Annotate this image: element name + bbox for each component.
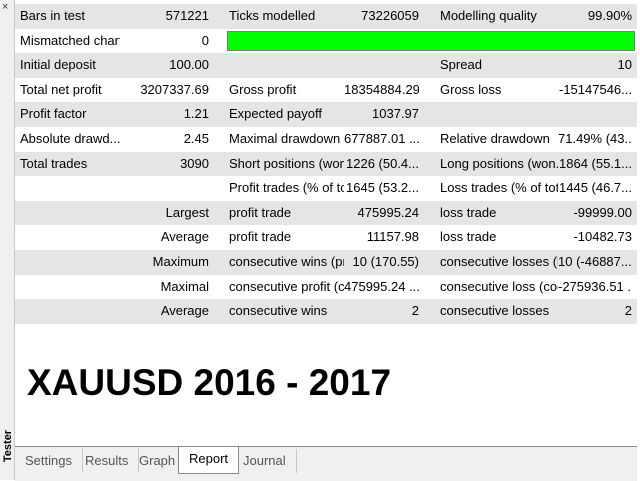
row-label: Gross profit bbox=[229, 81, 297, 97]
report-row: Total net profit 3207337.69 Gross profit… bbox=[15, 77, 637, 104]
row-label: Profit factor bbox=[20, 106, 87, 122]
row-label: Maximum bbox=[152, 254, 209, 269]
row-value: 677887.01 ... bbox=[344, 131, 419, 146]
row-label: Maximal bbox=[160, 278, 209, 294]
row-value: 100.00 bbox=[169, 57, 209, 73]
row-value: -15147546... bbox=[558, 81, 632, 97]
panel-title: Tester bbox=[2, 429, 14, 463]
report-row: Total trades 3090 Short positions (won..… bbox=[15, 151, 637, 178]
row-value: 10 bbox=[617, 57, 632, 73]
row-value: 73226059 bbox=[361, 8, 419, 23]
row-label: Bars in test bbox=[20, 8, 86, 23]
row-value: -10482.73 bbox=[573, 229, 632, 245]
row-value: 2 bbox=[411, 303, 419, 319]
report-row: Average profit trade 11157.98 loss trade… bbox=[15, 225, 637, 251]
row-value: 475995.24 ... bbox=[344, 278, 419, 294]
tester-side-panel: × Tester bbox=[0, 0, 15, 480]
report-row: Mismatched chart... 0 bbox=[15, 28, 637, 55]
close-icon[interactable]: × bbox=[2, 2, 8, 13]
row-value: 1445 (46.7... bbox=[559, 180, 632, 196]
row-label: Loss trades (% of total) bbox=[440, 180, 558, 196]
row-label: Mismatched chart... bbox=[20, 32, 120, 48]
row-label: Maximal drawdown bbox=[229, 131, 341, 146]
report-row: Bars in test 571221 Ticks modelled 73226… bbox=[15, 4, 637, 30]
tester-tab-bar: Settings Results Graph Report Journal bbox=[15, 446, 637, 481]
row-value: 1864 (55.1... bbox=[559, 155, 632, 171]
report-row: Initial deposit 100.00 Spread 10 bbox=[15, 53, 637, 79]
row-label: Long positions (won... bbox=[440, 155, 558, 171]
row-label: consecutive losses (lo... bbox=[440, 254, 558, 269]
row-label: Average bbox=[160, 303, 209, 319]
row-label: profit trade bbox=[229, 204, 292, 220]
report-row: Absolute drawd... 2.45 Maximal drawdown … bbox=[15, 127, 637, 153]
row-label: consecutive losses bbox=[440, 303, 550, 319]
row-value: -275936.51 ... bbox=[558, 278, 632, 294]
row-label: consecutive loss (cou... bbox=[440, 278, 558, 294]
row-value: 10 (170.55) bbox=[352, 254, 420, 269]
row-label: consecutive profit (co... bbox=[229, 278, 344, 294]
row-label: Ticks modelled bbox=[229, 8, 316, 23]
row-value: 3207337.69 bbox=[140, 81, 209, 97]
row-label: consecutive wins (pro... bbox=[229, 254, 344, 269]
row-label: Average bbox=[160, 229, 209, 245]
row-value: 1645 (53.2... bbox=[346, 180, 419, 196]
row-value: 571221 bbox=[165, 8, 209, 23]
row-label: Relative drawdown bbox=[440, 131, 550, 146]
row-value: 475995.24 bbox=[357, 204, 419, 220]
row-label: loss trade bbox=[440, 204, 497, 220]
row-label: Profit trades (% of to... bbox=[229, 180, 344, 196]
row-value: 18354884.29 bbox=[344, 81, 419, 97]
row-label: Initial deposit bbox=[20, 57, 96, 73]
row-label: Absolute drawd... bbox=[20, 131, 120, 146]
report-row: Maximum consecutive wins (pro... 10 (170… bbox=[15, 250, 637, 276]
row-label: Total net profit bbox=[20, 81, 102, 97]
report-row: Profit factor 1.21 Expected payoff 1037.… bbox=[15, 102, 637, 128]
row-value: 0 bbox=[201, 32, 209, 48]
row-value: 2 bbox=[624, 303, 632, 319]
row-value: 1.21 bbox=[183, 106, 209, 122]
modelling-quality-bar bbox=[227, 30, 635, 51]
row-label: Short positions (won... bbox=[229, 155, 344, 171]
report-row: Profit trades (% of to... 1645 (53.2... … bbox=[15, 176, 637, 202]
row-label: Gross loss bbox=[440, 81, 502, 97]
tab-settings[interactable]: Settings bbox=[15, 449, 83, 473]
row-label: profit trade bbox=[229, 229, 292, 245]
row-value: 1037.97 bbox=[372, 106, 419, 122]
row-label: Largest bbox=[165, 204, 209, 220]
row-value: 11157.98 bbox=[366, 229, 419, 245]
row-value: 3090 bbox=[180, 155, 209, 171]
row-label: Modelling quality bbox=[440, 8, 537, 23]
report-row: Largest profit trade 475995.24 loss trad… bbox=[15, 200, 637, 227]
tab-report[interactable]: Report bbox=[178, 447, 240, 474]
tab-journal[interactable]: Journal bbox=[233, 449, 297, 473]
row-label: Expected payoff bbox=[229, 106, 322, 122]
row-value: 10 (-46887.... bbox=[558, 254, 632, 269]
row-value: 1226 (50.4... bbox=[346, 155, 419, 171]
row-label: Total trades bbox=[20, 155, 88, 171]
symbol-period-caption: XAUUSD 2016 - 2017 bbox=[27, 362, 392, 403]
report-row: Maximal consecutive profit (co... 475995… bbox=[15, 274, 637, 301]
row-value: 2.45 bbox=[183, 131, 209, 146]
report-row: Average consecutive wins 2 consecutive l… bbox=[15, 299, 637, 325]
row-value: -99999.00 bbox=[573, 204, 632, 220]
row-label: consecutive wins bbox=[229, 303, 328, 319]
row-label: loss trade bbox=[440, 229, 497, 245]
row-label: Spread bbox=[440, 57, 482, 73]
row-value: 99.90% bbox=[587, 8, 632, 23]
row-value: 71.49% (43... bbox=[558, 131, 632, 146]
